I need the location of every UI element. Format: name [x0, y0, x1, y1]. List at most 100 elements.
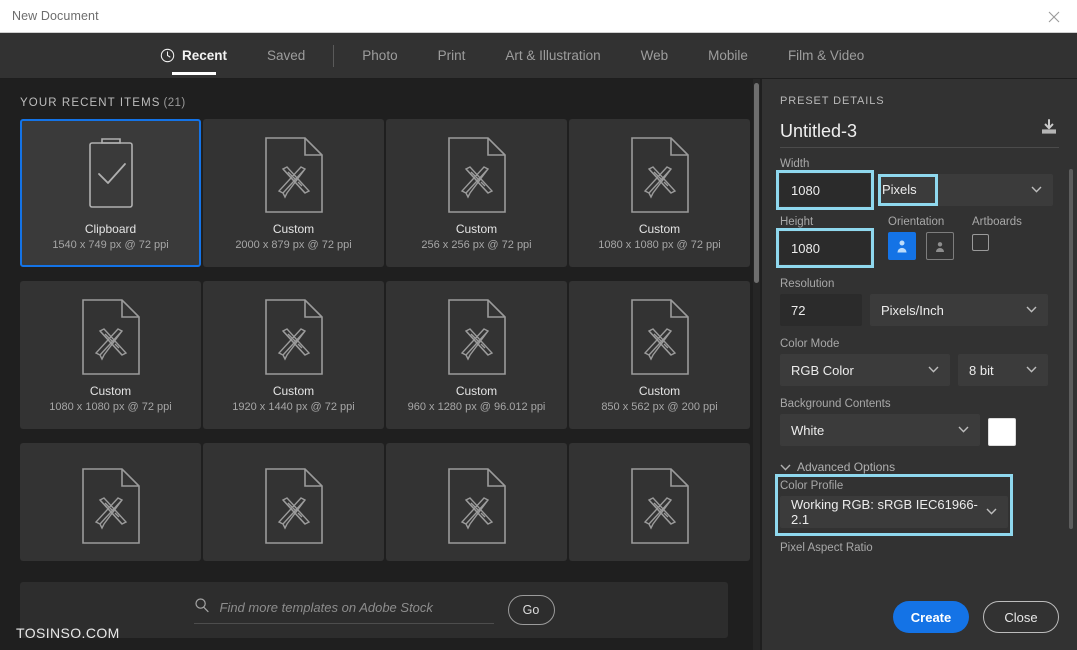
- height-orientation-row: Height Orientation Artboards: [776, 214, 1059, 268]
- pixel-aspect-ratio-label: Pixel Aspect Ratio: [780, 542, 873, 554]
- left-panel-scrollbar-thumb[interactable]: [754, 83, 759, 283]
- go-button[interactable]: Go: [507, 595, 555, 625]
- resolution-row: Pixels/Inch: [780, 294, 1059, 326]
- recent-item-card[interactable]: [386, 443, 567, 561]
- chevron-down-icon: [1026, 365, 1037, 376]
- advanced-options-toggle[interactable]: Advanced Options: [780, 460, 1059, 474]
- title-bar: New Document: [0, 0, 1077, 33]
- document-pencil-ruler-icon: [629, 136, 691, 214]
- width-input[interactable]: [780, 174, 870, 206]
- search-input[interactable]: [219, 599, 480, 615]
- recent-item-card[interactable]: [203, 443, 384, 561]
- recent-item-name: Custom: [272, 221, 315, 236]
- new-document-dialog: New Document Recent Saved Photo Print Ar…: [0, 0, 1077, 650]
- bit-depth-value: 8 bit: [969, 362, 994, 378]
- document-pencil-ruler-icon: [446, 467, 508, 545]
- landscape-orientation-icon[interactable]: [926, 232, 954, 260]
- height-highlight: [776, 228, 874, 268]
- tab-label: Saved: [267, 48, 306, 63]
- tab-recent[interactable]: Recent: [140, 33, 247, 79]
- preset-details-panel: PRESET DETAILS Width .: [762, 79, 1077, 650]
- panel-scrollbar[interactable]: [1069, 169, 1075, 650]
- clipboard-icon: [80, 136, 142, 214]
- document-pencil-ruler-icon: [80, 467, 142, 545]
- recent-item-card[interactable]: Custom 256 x 256 px @ 72 ppi: [386, 119, 567, 267]
- background-contents-dropdown[interactable]: White: [780, 414, 980, 446]
- save-preset-download-icon[interactable]: [1039, 119, 1059, 142]
- resolution-label: Resolution: [780, 278, 835, 290]
- recent-item-card[interactable]: Custom 1920 x 1440 px @ 72 ppi: [203, 281, 384, 429]
- width-units-value: Pixels: [882, 182, 917, 197]
- document-pencil-ruler-icon: [629, 298, 691, 376]
- tab-label: Recent: [182, 48, 228, 63]
- document-pencil-ruler-icon: [263, 136, 325, 214]
- document-pencil-ruler-icon: [80, 298, 142, 376]
- tab-film-video[interactable]: Film & Video: [768, 33, 884, 79]
- color-mode-value: RGB Color: [791, 362, 854, 378]
- document-pencil-ruler-icon: [263, 298, 325, 376]
- height-input[interactable]: [780, 232, 870, 264]
- color-mode-dropdown[interactable]: RGB Color: [780, 354, 950, 386]
- color-mode-row: RGB Color 8 bit: [780, 354, 1059, 386]
- tab-web[interactable]: Web: [621, 33, 689, 79]
- recent-item-dimensions: 1920 x 1440 px @ 72 ppi: [232, 400, 355, 413]
- recent-item-card[interactable]: [20, 443, 201, 561]
- tab-label: Print: [437, 48, 466, 63]
- recent-item-dimensions: 850 x 562 px @ 200 ppi: [601, 400, 718, 413]
- left-panel-scrollbar[interactable]: [753, 79, 760, 650]
- background-contents-row: White: [780, 414, 1059, 446]
- resolution-units-dropdown[interactable]: Pixels/Inch: [870, 294, 1048, 326]
- tab-saved[interactable]: Saved: [247, 33, 325, 79]
- tab-mobile[interactable]: Mobile: [688, 33, 768, 79]
- recent-item-dimensions: 1080 x 1080 px @ 72 ppi: [598, 238, 721, 251]
- portrait-orientation-icon[interactable]: [888, 232, 916, 260]
- resolution-units-value: Pixels/Inch: [881, 302, 944, 318]
- resolution-input[interactable]: [780, 294, 862, 326]
- advanced-options-label: Advanced Options: [797, 460, 896, 474]
- clock-icon: [160, 48, 175, 63]
- create-button[interactable]: Create: [893, 601, 969, 633]
- width-row: . Pixels: [776, 170, 1059, 210]
- close-icon[interactable]: [1031, 0, 1077, 33]
- recent-items-header: YOUR RECENT ITEMS (21): [20, 97, 186, 109]
- color-profile-label: Color Profile: [780, 480, 844, 492]
- artboards-checkbox[interactable]: [972, 234, 989, 251]
- recent-item-name: Custom: [89, 383, 132, 398]
- recent-item-card[interactable]: Custom 1080 x 1080 px @ 72 ppi: [569, 119, 750, 267]
- preset-name-input[interactable]: [780, 121, 1010, 142]
- recent-item-card[interactable]: Custom 1080 x 1080 px @ 72 ppi: [20, 281, 201, 429]
- recent-item-card[interactable]: Custom 960 x 1280 px @ 96.012 ppi: [386, 281, 567, 429]
- tab-art-illustration[interactable]: Art & Illustration: [485, 33, 620, 79]
- search-icon: [194, 597, 210, 618]
- preset-details-title: PRESET DETAILS: [780, 95, 885, 107]
- color-profile-row: Working RGB: sRGB IEC61966-2.1: [780, 496, 1008, 528]
- bit-depth-dropdown[interactable]: 8 bit: [958, 354, 1048, 386]
- stock-search-field[interactable]: [193, 597, 494, 624]
- panel-scrollbar-thumb[interactable]: [1069, 169, 1073, 529]
- chevron-down-icon: [1026, 305, 1037, 316]
- document-pencil-ruler-icon: [629, 467, 691, 545]
- close-button[interactable]: Close: [983, 601, 1059, 633]
- recent-item-card[interactable]: [569, 443, 750, 561]
- tab-photo[interactable]: Photo: [342, 33, 417, 79]
- recent-item-card[interactable]: Clipboard 1540 x 749 px @ 72 ppi: [20, 119, 201, 267]
- tab-separator: [333, 44, 335, 67]
- recent-item-dimensions: 1540 x 749 px @ 72 ppi: [52, 238, 169, 251]
- watermark-text: TOSINSO.COM: [16, 625, 120, 641]
- document-pencil-ruler-icon: [263, 467, 325, 545]
- color-profile-value: Working RGB: sRGB IEC61966-2.1: [791, 497, 978, 527]
- window-title: New Document: [12, 9, 99, 23]
- recent-item-card[interactable]: Custom 2000 x 879 px @ 72 ppi: [203, 119, 384, 267]
- artboards-label: Artboards: [972, 216, 1022, 228]
- tab-print[interactable]: Print: [418, 33, 486, 79]
- height-label: Height: [780, 216, 814, 228]
- tab-label: Art & Illustration: [505, 48, 601, 63]
- recent-item-card[interactable]: Custom 850 x 562 px @ 200 ppi: [569, 281, 750, 429]
- color-profile-dropdown[interactable]: Working RGB: sRGB IEC61966-2.1: [780, 496, 1008, 528]
- color-mode-label: Color Mode: [780, 338, 840, 350]
- recent-item-name: Custom: [638, 383, 681, 398]
- tab-label: Photo: [362, 48, 398, 63]
- recent-item-name: Custom: [272, 383, 315, 398]
- background-color-swatch[interactable]: [988, 418, 1016, 446]
- dialog-buttons: Create Close: [893, 601, 1059, 633]
